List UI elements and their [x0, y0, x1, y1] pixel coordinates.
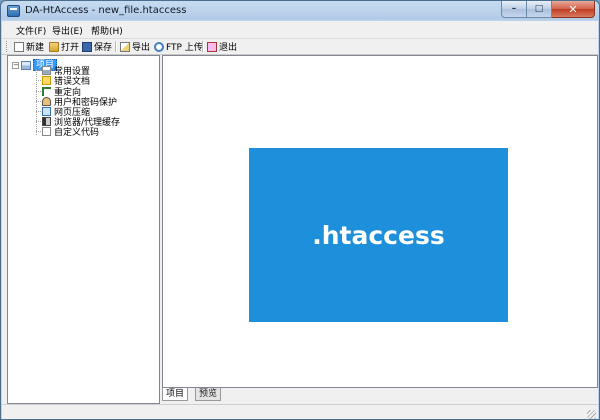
toolbar-separator — [115, 41, 117, 52]
collapse-icon[interactable]: − — [12, 61, 19, 69]
view-tabs: 项目 预览 — [162, 388, 598, 404]
menu-export[interactable]: 导出(E) — [52, 24, 83, 37]
menu-bar: 文件(F) 导出(E) 帮助(H) — [2, 21, 598, 39]
htaccess-splash: .htaccess — [249, 148, 508, 322]
ftp-upload-label: FTP 上传 — [166, 43, 203, 53]
ftp-upload-button[interactable]: FTP 上传 — [154, 40, 203, 53]
ftp-upload-icon — [154, 41, 164, 52]
tree-item-custom-code[interactable]: 自定义代码 — [36, 126, 100, 138]
toolbar-grip[interactable] — [6, 41, 9, 52]
minimize-button[interactable]: – — [501, 1, 527, 18]
exit-icon — [207, 41, 217, 52]
app-icon[interactable] — [7, 5, 20, 17]
cache-icon — [42, 116, 51, 126]
tree-item-label: 自定义代码 — [54, 127, 100, 138]
new-file-icon — [14, 41, 24, 52]
lock-icon — [42, 96, 51, 106]
code-file-icon — [42, 126, 51, 136]
export-button-label: 导出 — [132, 43, 151, 53]
content-pane[interactable]: .htaccess — [162, 55, 598, 388]
save-button-label: 保存 — [94, 43, 113, 53]
save-button[interactable]: 保存 — [82, 40, 112, 53]
open-button-label: 打开 — [61, 43, 80, 53]
open-folder-icon — [49, 41, 59, 52]
exit-button[interactable]: 退出 — [207, 40, 237, 53]
menu-file[interactable]: 文件(F) — [16, 24, 46, 37]
toolbar-separator — [202, 41, 204, 52]
resize-grip-icon[interactable] — [587, 410, 596, 419]
save-disk-icon — [82, 41, 92, 52]
menu-help[interactable]: 帮助(H) — [91, 24, 123, 37]
open-button[interactable]: 打开 — [49, 40, 79, 53]
exit-button-label: 退出 — [219, 43, 238, 53]
new-button[interactable]: 新建 — [14, 40, 44, 53]
window-controls: – □ ✕ — [501, 1, 595, 19]
project-icon — [21, 60, 31, 70]
tab-project[interactable]: 项目 — [162, 388, 189, 401]
compression-icon — [42, 106, 51, 116]
export-button[interactable]: 导出 — [120, 40, 150, 53]
toolbar: 新建 打开 保存 导出 FTP 上传 退出 — [2, 39, 598, 55]
close-button[interactable]: ✕ — [552, 1, 595, 18]
client-area: − 项目 常用设置 错误文档 重定向 用户和密码保护 — [2, 55, 598, 404]
window-title: DA-HtAccess - new_file.htaccess — [25, 5, 187, 16]
redirect-icon — [42, 86, 51, 96]
maximize-button[interactable]: □ — [527, 1, 552, 18]
status-bar — [2, 404, 598, 419]
app-window: DA-HtAccess - new_file.htaccess – □ ✕ 文件… — [0, 0, 600, 420]
tab-preview[interactable]: 预览 — [195, 388, 222, 401]
settings-icon — [42, 65, 51, 75]
tree-item-error-docs[interactable]: 错误文档 — [36, 75, 90, 87]
export-icon — [120, 41, 130, 52]
title-bar[interactable]: DA-HtAccess - new_file.htaccess – □ ✕ — [1, 1, 599, 21]
project-tree[interactable]: − 项目 常用设置 错误文档 重定向 用户和密码保护 — [7, 55, 160, 404]
error-doc-icon — [42, 75, 51, 85]
splash-text: .htaccess — [312, 220, 445, 250]
new-button-label: 新建 — [26, 43, 45, 53]
